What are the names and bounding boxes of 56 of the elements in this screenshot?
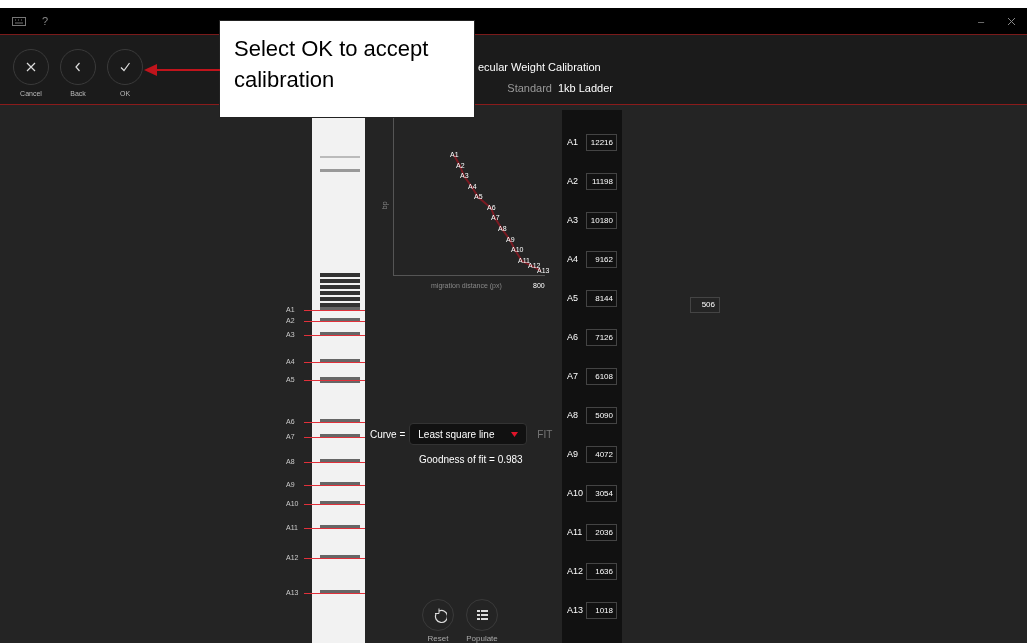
band-marker-line xyxy=(304,362,365,363)
value-field[interactable]: 10180 xyxy=(586,212,617,229)
value-field[interactable]: 2036 xyxy=(586,524,617,541)
standard-label: A10 xyxy=(567,486,583,500)
button-label: Populate xyxy=(466,634,498,643)
value-field[interactable]: 5090 xyxy=(586,407,617,424)
standard-value: 1kb Ladder xyxy=(557,80,613,96)
band-marker-line xyxy=(304,593,365,594)
band-marker-line xyxy=(304,528,365,529)
fit-button[interactable]: FIT xyxy=(537,426,553,442)
band-marker-line xyxy=(304,504,365,505)
band-marker-line xyxy=(304,335,365,336)
band-marker-line xyxy=(304,462,365,463)
standard-label: A8 xyxy=(567,408,578,422)
value-field[interactable]: 506 xyxy=(690,297,720,313)
standard-label: A1 xyxy=(567,135,578,149)
minimize-button[interactable]: – xyxy=(977,12,984,30)
standard-label: A13 xyxy=(567,603,583,617)
standard-label: A7 xyxy=(567,369,578,383)
caret-icon xyxy=(511,431,519,437)
band-marker-line xyxy=(304,380,365,381)
curve-label: Curve = xyxy=(370,427,406,442)
keyboard-icon[interactable] xyxy=(12,16,26,26)
standard-label: A9 xyxy=(567,447,578,461)
standard-label: A2 xyxy=(567,174,578,188)
standard-label: A4 xyxy=(567,252,578,266)
band-marker-line xyxy=(304,321,365,322)
band-marker-line xyxy=(304,422,365,423)
value-field[interactable]: 1636 xyxy=(586,563,617,580)
chevron-left-icon xyxy=(75,62,81,72)
callout-text: Select OK to accept calibration xyxy=(234,35,430,94)
value-field[interactable]: 3054 xyxy=(586,485,617,502)
standard-label: Standard xyxy=(507,80,552,96)
value-field[interactable]: 7126 xyxy=(586,329,617,346)
value-field[interactable]: 12216 xyxy=(586,134,617,151)
help-button[interactable]: ? xyxy=(42,12,49,30)
standard-label: A12 xyxy=(567,564,583,578)
curve-dropdown[interactable]: Least square line xyxy=(409,423,528,445)
value-field[interactable]: 9162 xyxy=(586,251,617,268)
band-marker-line xyxy=(304,558,365,559)
standard-label: A11 xyxy=(567,525,583,539)
value-field[interactable]: 6108 xyxy=(586,368,617,385)
button-label: Reset xyxy=(427,634,449,643)
value-field[interactable]: 4072 xyxy=(586,446,617,463)
band-marker-line xyxy=(304,437,365,438)
standard-label: A3 xyxy=(567,213,578,227)
value-field[interactable]: 8144 xyxy=(586,290,617,307)
value-field[interactable]: 11198 xyxy=(586,173,617,190)
window-title: ecular Weight Calibration xyxy=(478,60,602,75)
band-marker-line xyxy=(304,310,365,311)
goodness-of-fit: Goodness of fit = 0.983 xyxy=(419,453,524,467)
band-marker-line xyxy=(304,485,365,486)
standard-label: A5 xyxy=(567,291,578,305)
close-icon[interactable] xyxy=(1008,17,1015,25)
standard-label: A6 xyxy=(567,330,578,344)
value-field[interactable]: 1018 xyxy=(586,602,617,619)
